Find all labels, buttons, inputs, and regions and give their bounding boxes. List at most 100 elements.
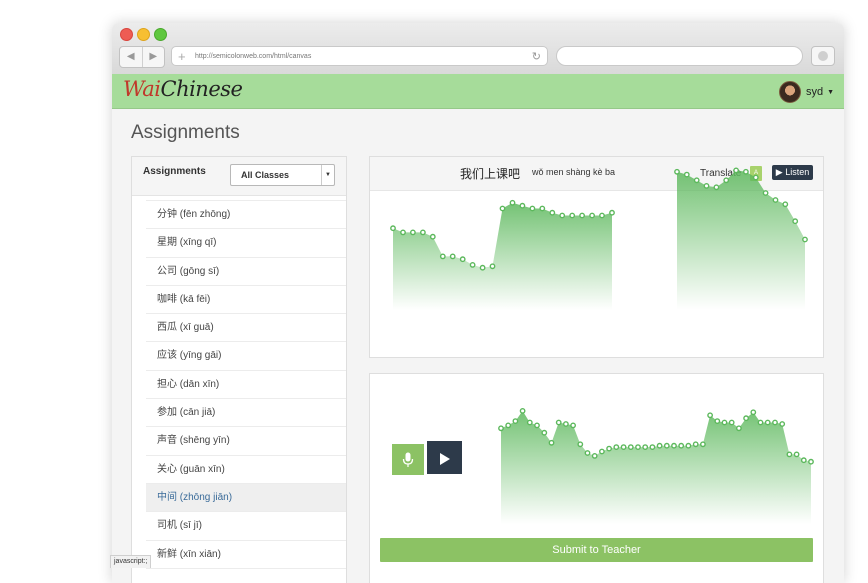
submit-to-teacher-button[interactable]: Submit to Teacher	[380, 538, 813, 562]
pitch-point	[713, 184, 720, 191]
pitch-point	[548, 439, 555, 446]
pitch-point	[786, 451, 793, 458]
pitch-point	[752, 174, 759, 181]
pitch-point	[663, 442, 670, 449]
pitch-point	[703, 182, 710, 189]
pitch-point	[793, 451, 800, 458]
maximize-window-button[interactable]	[154, 28, 167, 41]
pitch-point	[534, 422, 540, 429]
pitch-point	[642, 444, 649, 451]
assignment-list-item[interactable]: 咖啡 (kā fēi)	[146, 286, 346, 315]
recording-panel: Submit to Teacher	[369, 373, 824, 583]
pitch-point	[599, 212, 605, 219]
pitch-point	[549, 209, 556, 216]
pitch-point	[728, 419, 735, 426]
address-text: http://semicolonweb.com/html/canvas	[195, 53, 312, 60]
pitch-point	[782, 201, 789, 208]
caret-down-icon: ▼	[827, 88, 834, 96]
pitch-point	[529, 205, 536, 212]
reload-icon[interactable]: ↻	[532, 47, 541, 67]
pitch-point	[410, 229, 416, 236]
assignment-list: 回家 (huí jiā)分钟 (fēn zhōng)星期 (xīng qī)公司…	[146, 187, 346, 569]
pitch-point	[439, 253, 446, 260]
assignment-list-item[interactable]: 应该 (yīng gāi)	[146, 342, 346, 371]
record-button[interactable]	[392, 444, 424, 475]
brand-logo-wai: Wai	[123, 77, 161, 101]
pitch-point	[620, 444, 627, 451]
assignment-list-item[interactable]: 分钟 (fēn zhōng)	[146, 201, 346, 230]
user-menu[interactable]: syd ▼	[778, 80, 834, 104]
pitch-point	[519, 202, 526, 209]
pitch-point	[685, 442, 692, 449]
assignment-list-item[interactable]: 星期 (xīng qī)	[146, 229, 346, 258]
pitch-point	[762, 190, 769, 196]
pitch-point	[541, 429, 548, 436]
pitch-point	[562, 421, 569, 427]
pitch-point	[509, 199, 516, 206]
brand-logo[interactable]: WaiChinese	[123, 77, 243, 101]
pitch-point	[692, 441, 699, 448]
pitch-point	[609, 209, 615, 216]
pitch-point	[479, 264, 486, 271]
class-filter-value: All Classes	[241, 170, 290, 180]
pitch-point	[742, 168, 749, 175]
pitch-point	[579, 212, 586, 219]
history-nav: ◀ ▶	[119, 46, 165, 68]
pitch-point	[800, 457, 807, 464]
address-bar[interactable]: + http://semicolonweb.com/html/canvas ↻	[171, 46, 548, 66]
pitch-point	[674, 168, 680, 175]
pitch-point	[499, 205, 506, 212]
pitch-point	[779, 421, 786, 427]
sidebar-title: Assignments	[143, 166, 206, 177]
pitch-point	[598, 448, 605, 455]
pitch-point	[693, 177, 700, 184]
assignment-list-item[interactable]: 司机 (sī jī)	[146, 512, 346, 541]
back-button[interactable]: ◀	[120, 47, 143, 67]
pitch-point	[802, 236, 808, 243]
pitch-area-segment	[501, 410, 811, 524]
avatar	[778, 81, 801, 103]
pitch-point	[469, 262, 476, 268]
pitch-point	[559, 212, 566, 219]
pitch-point	[772, 197, 779, 203]
play-icon	[439, 452, 450, 465]
pitch-point	[613, 444, 620, 451]
pitch-point	[772, 419, 778, 426]
assignment-list-item[interactable]: 中间 (zhōng jiān)	[146, 483, 346, 513]
phrase-panel: 我们上课吧 wǒ men shàng kè ba Translate A ▶ L…	[369, 156, 824, 358]
assignment-list-item[interactable]: 西瓜 (xī guā)	[146, 314, 346, 343]
pitch-point	[498, 425, 504, 432]
pitch-point	[570, 422, 577, 429]
assignment-list-item[interactable]: 声音 (shēng yīn)	[146, 427, 346, 456]
play-recording-button[interactable]	[427, 441, 462, 474]
pitch-area-segment	[677, 170, 805, 310]
assignment-list-item[interactable]: 新鲜 (xīn xiān)	[146, 541, 346, 569]
pitch-point	[589, 212, 596, 219]
close-window-button[interactable]	[120, 28, 133, 41]
pitch-point	[519, 408, 526, 414]
minimize-window-button[interactable]	[137, 28, 150, 41]
assignment-list-item[interactable]: 担心 (dān xīn)	[146, 371, 346, 400]
pitch-point	[512, 418, 519, 424]
assignment-list-item[interactable]: 关心 (guān xīn)	[146, 456, 346, 484]
pitch-point	[584, 450, 591, 456]
pitch-point	[707, 412, 713, 419]
assignment-list-item[interactable]: 参加 (cān jiā)	[146, 399, 346, 428]
forward-button[interactable]: ▶	[143, 47, 165, 67]
pitch-point	[606, 445, 613, 452]
app-navbar: WaiChinese syd ▼	[112, 74, 844, 109]
assignments-sidebar: 回家 (huí jiā)分钟 (fēn zhōng)星期 (xīng qī)公司…	[131, 156, 347, 583]
pitch-point	[678, 442, 685, 449]
pitch-point	[627, 444, 634, 451]
reference-pitch-chart	[390, 167, 808, 310]
extension-button[interactable]	[811, 46, 835, 66]
pitch-point	[489, 263, 496, 270]
new-tab-icon[interactable]: +	[178, 47, 186, 66]
pitch-point	[733, 167, 739, 174]
class-filter-select[interactable]: All Classes ▼	[230, 164, 335, 186]
assignment-list-item[interactable]: 公司 (gōng sī)	[146, 258, 346, 286]
pitch-point	[721, 419, 728, 426]
sidebar-header: Assignments All Classes ▼	[132, 157, 346, 196]
browser-search-input[interactable]	[556, 46, 803, 66]
pitch-point	[569, 212, 576, 219]
